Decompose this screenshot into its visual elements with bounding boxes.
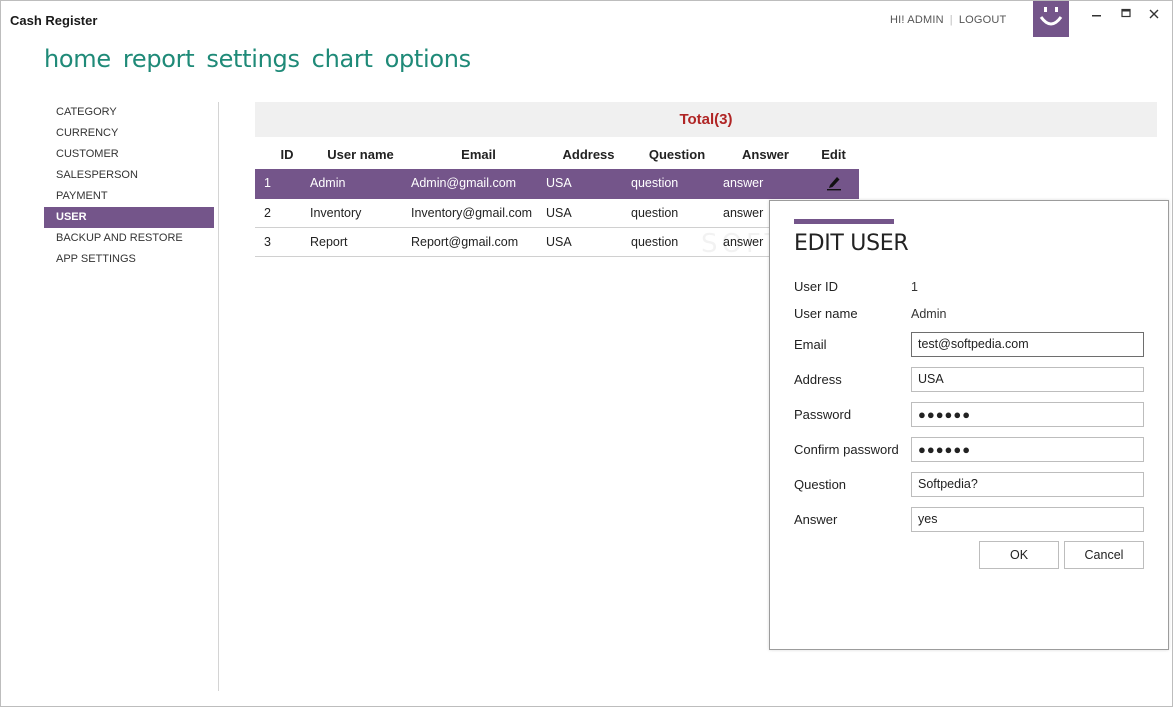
nav-settings[interactable]: settings <box>206 45 300 73</box>
question-field[interactable]: Softpedia? <box>911 472 1144 497</box>
sidebar-item-salesperson[interactable]: SALESPERSON <box>44 165 214 186</box>
col-header-username: User name <box>327 147 394 162</box>
cell-username: Report <box>310 227 411 257</box>
col-header-question: Question <box>648 147 706 162</box>
top-nav: home report settings chart options <box>44 45 471 73</box>
cancel-button[interactable]: Cancel <box>1064 541 1144 569</box>
close-button[interactable] <box>1145 6 1163 24</box>
sidebar-divider <box>218 102 219 691</box>
cell-question: question <box>631 169 723 199</box>
pencil-icon[interactable] <box>824 173 844 191</box>
label-question: Question <box>794 477 847 492</box>
address-field[interactable]: USA <box>911 367 1144 392</box>
password-field[interactable]: ●●●●●● <box>911 402 1144 427</box>
cell-username: Inventory <box>310 198 411 228</box>
nav-chart[interactable]: chart <box>312 45 373 73</box>
label-answer: Answer <box>794 512 838 527</box>
cell-email: Report@gmail.com <box>411 227 546 257</box>
table-header-row: ID User name Email Address Question Answ… <box>255 140 859 169</box>
sidebar: CATEGORY CURRENCY CUSTOMER SALESPERSON P… <box>44 102 214 270</box>
greeting-label: HI! ADMIN <box>890 14 944 26</box>
app-title: Cash Register <box>10 13 98 28</box>
cell-email: Inventory@gmail.com <box>411 198 546 228</box>
nav-home[interactable]: home <box>44 45 111 73</box>
sidebar-item-backup-restore[interactable]: BACKUP AND RESTORE <box>44 228 214 249</box>
logout-link[interactable]: LOGOUT <box>959 14 1007 26</box>
userbar-divider: | <box>949 14 953 26</box>
dialog-accent-bar <box>794 219 894 224</box>
app-window: Cash Register HI! ADMIN | LOGOUT home repo… <box>0 0 1173 707</box>
email-field[interactable]: test@softpedia.com <box>911 332 1144 357</box>
answer-field[interactable]: yes <box>911 507 1144 532</box>
cell-id: 1 <box>255 169 310 199</box>
edit-user-dialog: EDIT USER User ID 1 User name Admin Emai… <box>769 200 1169 650</box>
table-row[interactable]: 1 Admin Admin@gmail.com USA question ans… <box>255 169 859 199</box>
sidebar-item-payment[interactable]: PAYMENT <box>44 186 214 207</box>
nav-options[interactable]: options <box>385 45 472 73</box>
cell-id: 3 <box>255 227 310 257</box>
edit-cell[interactable] <box>808 169 859 199</box>
dialog-title: EDIT USER <box>794 231 909 256</box>
user-bar: HI! ADMIN | LOGOUT <box>890 14 1006 26</box>
minimize-button[interactable] <box>1088 6 1106 24</box>
value-username: Admin <box>911 307 947 321</box>
col-header-id: ID <box>280 147 294 162</box>
cell-address: USA <box>546 169 631 199</box>
sidebar-item-category[interactable]: CATEGORY <box>44 102 214 123</box>
confirm-password-field[interactable]: ●●●●●● <box>911 437 1144 462</box>
col-header-answer: Answer <box>742 147 789 162</box>
label-address: Address <box>794 372 842 387</box>
cell-id: 2 <box>255 198 310 228</box>
sidebar-item-currency[interactable]: CURRENCY <box>44 123 214 144</box>
cell-address: USA <box>546 198 631 228</box>
label-password: Password <box>794 407 852 422</box>
col-header-email: Email <box>461 147 496 162</box>
cell-answer: answer <box>723 169 808 199</box>
sidebar-item-customer[interactable]: CUSTOMER <box>44 144 214 165</box>
total-count: Total(3) <box>255 102 1157 137</box>
label-username: User name <box>794 306 858 321</box>
smiley-icon <box>1033 1 1069 37</box>
value-user-id: 1 <box>911 280 918 294</box>
ok-button[interactable]: OK <box>979 541 1059 569</box>
label-confirm-password: Confirm password <box>794 442 899 457</box>
label-email: Email <box>794 337 827 352</box>
col-header-edit: Edit <box>821 147 846 162</box>
maximize-button[interactable] <box>1117 6 1135 24</box>
label-user-id: User ID <box>794 279 839 294</box>
nav-report[interactable]: report <box>123 45 195 73</box>
sidebar-item-user[interactable]: USER <box>44 207 214 228</box>
sidebar-item-app-settings[interactable]: APP SETTINGS <box>44 249 214 270</box>
cell-username: Admin <box>310 169 411 199</box>
cell-address: USA <box>546 227 631 257</box>
cell-email: Admin@gmail.com <box>411 169 546 199</box>
col-header-address: Address <box>562 147 615 162</box>
cell-question: question <box>631 198 723 228</box>
